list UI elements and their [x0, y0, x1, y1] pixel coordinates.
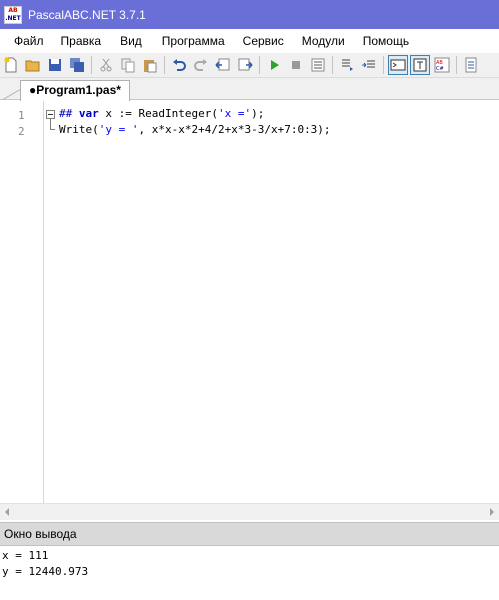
unindent-icon[interactable]	[213, 55, 233, 75]
scroll-left-icon[interactable]	[5, 508, 9, 516]
compile-icon[interactable]	[308, 55, 328, 75]
abc-toggle-icon[interactable]: AB C#	[432, 55, 452, 75]
undo-icon[interactable]	[169, 55, 189, 75]
stop-icon[interactable]	[286, 55, 306, 75]
menu-bar: Файл Правка Вид Программа Сервис Модули …	[0, 29, 499, 53]
svg-text:C#: C#	[436, 66, 444, 72]
console-toggle-icon[interactable]	[388, 55, 408, 75]
output-window-title: Окно вывода	[0, 522, 499, 546]
toolbar-separator	[164, 56, 165, 74]
output-window[interactable]: x = 111 y = 12440.973	[0, 546, 499, 600]
code-token: , x*x-x*2+4/2+x*3-3/x+7:0:3);	[138, 123, 331, 136]
code-token: x := ReadInteger(	[98, 107, 218, 120]
line-number: 1	[18, 109, 25, 122]
run-icon[interactable]	[264, 55, 284, 75]
menu-service[interactable]: Сервис	[243, 34, 284, 48]
line-number-gutter: 1 2	[0, 101, 44, 503]
indent-icon[interactable]	[235, 55, 255, 75]
code-token: );	[251, 107, 265, 120]
step-over-icon[interactable]	[359, 55, 379, 75]
toolbar-separator	[91, 56, 92, 74]
toolbar-separator	[456, 56, 457, 74]
tab-program1[interactable]: ●Program1.pas*	[20, 80, 130, 101]
help-icon[interactable]	[461, 55, 481, 75]
redo-icon[interactable]	[191, 55, 211, 75]
code-line[interactable]: Write('y = ', x*x-x*2+4/2+x*3-3/x+7:0:3)…	[59, 123, 331, 136]
document-tabstrip: ●Program1.pas*	[0, 78, 499, 101]
copy-icon[interactable]	[118, 55, 138, 75]
open-folder-icon[interactable]	[23, 55, 43, 75]
toolbar-separator	[332, 56, 333, 74]
code-token: 'y = '	[98, 123, 139, 136]
code-token: var	[78, 107, 99, 120]
menu-help[interactable]: Помощь	[363, 34, 409, 48]
new-file-icon[interactable]	[1, 55, 21, 75]
code-editor[interactable]: 1 2 ## var x := ReadInteger('x ='); Writ…	[0, 101, 499, 503]
code-line[interactable]: ## var x := ReadInteger('x =');	[59, 107, 264, 120]
pascalabc-app-icon: AB .NET	[4, 5, 22, 24]
menu-modules[interactable]: Модули	[302, 34, 345, 48]
step-into-icon[interactable]	[337, 55, 357, 75]
menu-edit[interactable]: Правка	[61, 34, 102, 48]
menu-view[interactable]: Вид	[120, 34, 142, 48]
output-line: x = 111	[2, 549, 49, 562]
save-all-icon[interactable]	[67, 55, 87, 75]
text-toggle-icon[interactable]	[410, 55, 430, 75]
toolbar: AB C#	[0, 53, 499, 78]
code-token: ##	[59, 107, 79, 120]
output-line: y = 12440.973	[2, 565, 89, 578]
scroll-right-icon[interactable]	[490, 508, 494, 516]
line-number: 2	[18, 125, 25, 138]
window-title: PascalABC.NET 3.7.1	[28, 7, 146, 22]
menu-file[interactable]: Файл	[14, 34, 44, 48]
cut-icon[interactable]	[96, 55, 116, 75]
horizontal-scrollbar[interactable]	[0, 503, 499, 520]
toolbar-separator	[383, 56, 384, 74]
toolbar-separator	[259, 56, 260, 74]
paste-icon[interactable]	[140, 55, 160, 75]
fold-end	[50, 129, 55, 130]
code-token: Write(	[59, 123, 99, 136]
title-bar: AB .NET PascalABC.NET 3.7.1	[0, 0, 499, 29]
fold-collapse-icon[interactable]	[46, 110, 55, 119]
save-icon[interactable]	[45, 55, 65, 75]
code-token: 'x ='	[217, 107, 252, 120]
menu-program[interactable]: Программа	[162, 34, 225, 48]
